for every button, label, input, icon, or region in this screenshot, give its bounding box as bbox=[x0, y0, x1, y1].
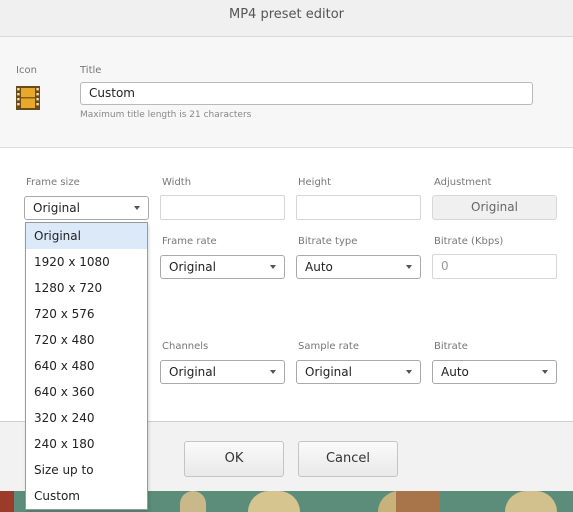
dropdown-item-original[interactable]: Original bbox=[26, 223, 147, 249]
background-thumbnail bbox=[505, 491, 557, 512]
frame-size-select[interactable]: Original bbox=[24, 196, 149, 220]
icon-label: Icon bbox=[16, 65, 37, 76]
adjustment-label: Adjustment bbox=[434, 177, 492, 188]
width-input[interactable] bbox=[160, 195, 285, 220]
title-input[interactable]: Custom bbox=[80, 82, 533, 105]
bitrate-type-select[interactable]: Auto bbox=[296, 255, 421, 279]
height-label: Height bbox=[298, 177, 332, 188]
chevron-down-icon bbox=[406, 370, 412, 374]
dropdown-item-720x576[interactable]: 720 x 576 bbox=[26, 301, 147, 327]
chevron-down-icon bbox=[270, 370, 276, 374]
frame-size-label: Frame size bbox=[26, 177, 80, 188]
window-titlebar: MP4 preset editor bbox=[0, 0, 573, 37]
adjustment-button[interactable]: Original bbox=[432, 195, 557, 220]
title-label: Title bbox=[80, 65, 102, 76]
channels-value: Original bbox=[169, 365, 216, 379]
bitrate-type-value: Auto bbox=[305, 260, 333, 274]
title-hint: Maximum title length is 21 characters bbox=[80, 110, 252, 120]
film-strip-icon[interactable] bbox=[16, 86, 40, 110]
preset-header-section: Icon Title Custom Maximum title length i… bbox=[0, 37, 573, 148]
chevron-down-icon bbox=[406, 265, 412, 269]
frame-size-value: Original bbox=[33, 201, 80, 215]
audio-bitrate-select[interactable]: Auto bbox=[432, 360, 557, 384]
background-thumbnail bbox=[180, 491, 206, 512]
bitrate-kbps-input[interactable]: 0 bbox=[432, 254, 557, 279]
frame-rate-value: Original bbox=[169, 260, 216, 274]
chevron-down-icon bbox=[542, 370, 548, 374]
dropdown-item-320x240[interactable]: 320 x 240 bbox=[26, 405, 147, 431]
frame-size-dropdown-list: Original 1920 x 1080 1280 x 720 720 x 57… bbox=[25, 222, 148, 510]
sample-rate-label: Sample rate bbox=[298, 341, 359, 352]
background-thumbnail bbox=[248, 491, 300, 512]
chevron-down-icon bbox=[270, 265, 276, 269]
frame-rate-label: Frame rate bbox=[162, 236, 217, 247]
background-thumbnail bbox=[0, 491, 14, 512]
dropdown-item-1280x720[interactable]: 1280 x 720 bbox=[26, 275, 147, 301]
audio-bitrate-label: Bitrate bbox=[434, 341, 468, 352]
bitrate-kbps-label: Bitrate (Kbps) bbox=[434, 236, 504, 247]
dropdown-item-custom[interactable]: Custom bbox=[26, 483, 147, 509]
dropdown-item-720x480[interactable]: 720 x 480 bbox=[26, 327, 147, 353]
audio-bitrate-value: Auto bbox=[441, 365, 469, 379]
ok-button[interactable]: OK bbox=[184, 441, 284, 477]
window-title: MP4 preset editor bbox=[228, 7, 345, 22]
dropdown-item-size-up-to[interactable]: Size up to bbox=[26, 457, 147, 483]
dropdown-item-240x180[interactable]: 240 x 180 bbox=[26, 431, 147, 457]
height-input[interactable] bbox=[296, 195, 421, 220]
dropdown-item-640x480[interactable]: 640 x 480 bbox=[26, 353, 147, 379]
sample-rate-select[interactable]: Original bbox=[296, 360, 421, 384]
background-thumbnail bbox=[396, 491, 440, 512]
frame-rate-select[interactable]: Original bbox=[160, 255, 285, 279]
bitrate-type-label: Bitrate type bbox=[298, 236, 358, 247]
sample-rate-value: Original bbox=[305, 365, 352, 379]
width-label: Width bbox=[162, 177, 192, 188]
dropdown-item-1920x1080[interactable]: 1920 x 1080 bbox=[26, 249, 147, 275]
cancel-button[interactable]: Cancel bbox=[298, 441, 398, 477]
chevron-down-icon bbox=[134, 206, 140, 210]
dropdown-item-640x360[interactable]: 640 x 360 bbox=[26, 379, 147, 405]
channels-select[interactable]: Original bbox=[160, 360, 285, 384]
channels-label: Channels bbox=[162, 341, 209, 352]
